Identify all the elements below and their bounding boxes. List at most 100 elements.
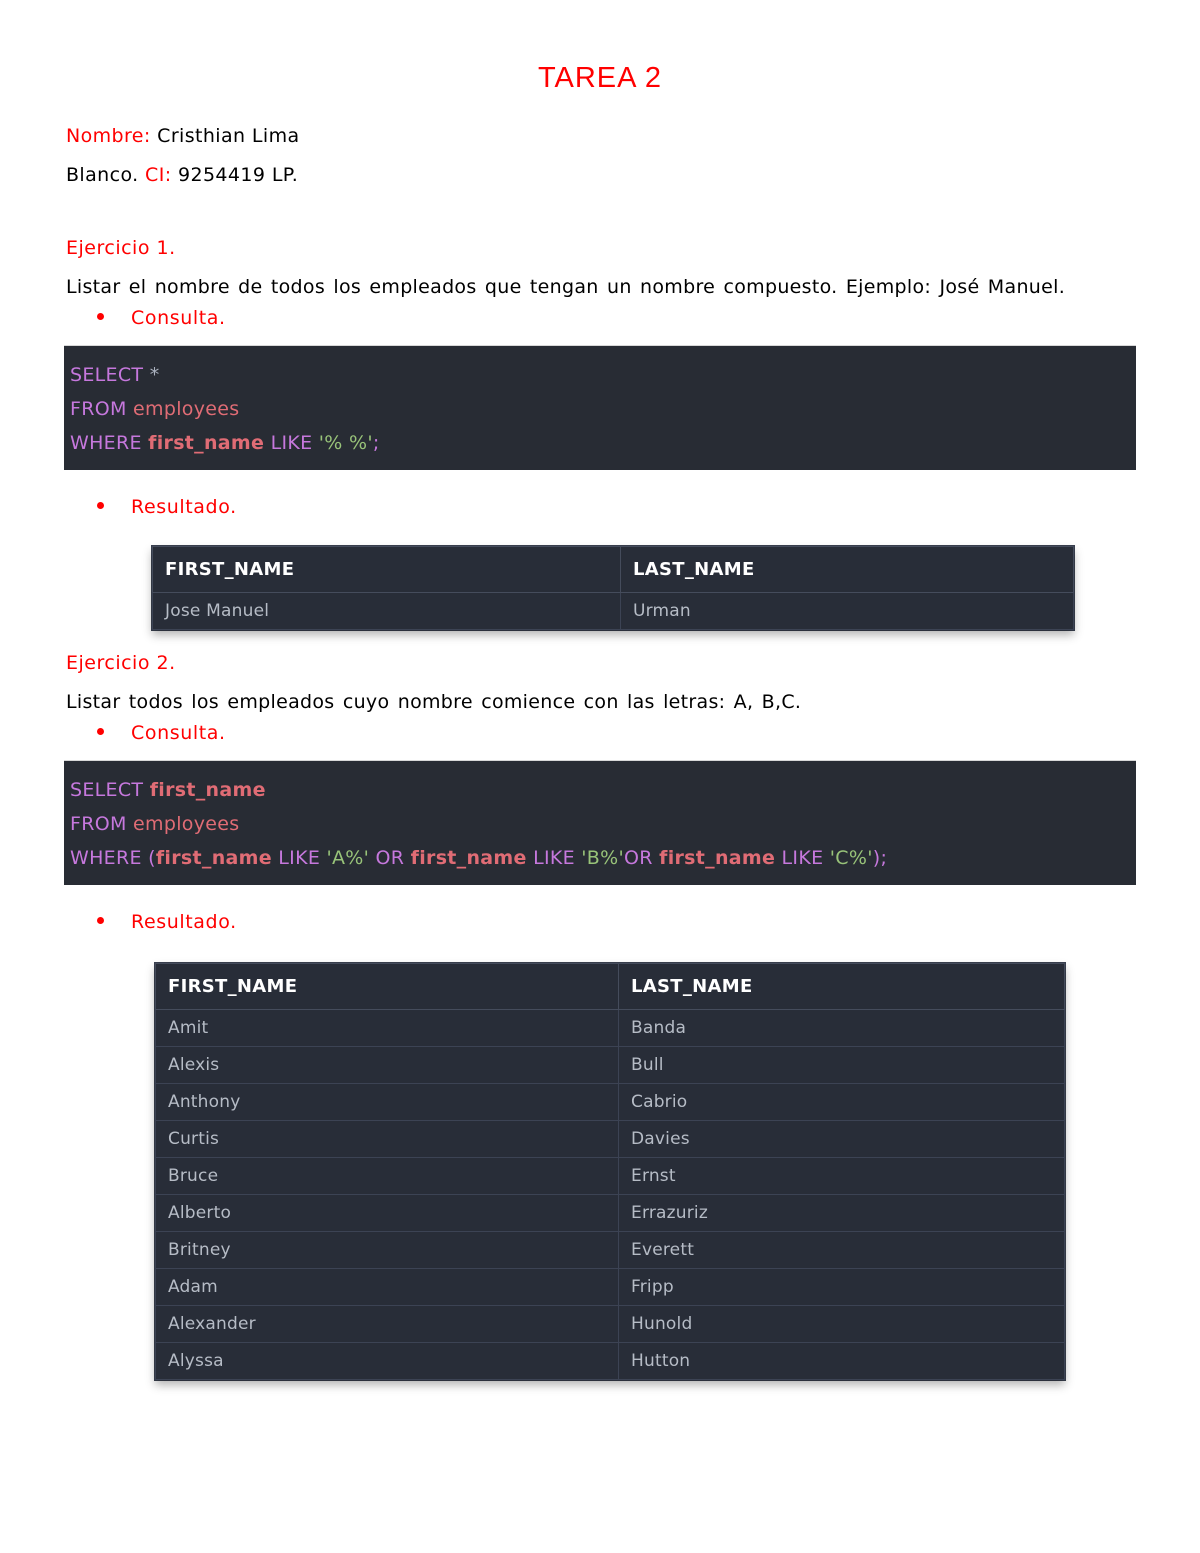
identity-block: Nombre: Cristhian Lima Blanco. CI: 92544… [0, 117, 1200, 195]
code-line: WHERE first_name LIKE '% %'; [70, 426, 1136, 460]
table-cell-last-name: Bull [618, 1046, 1065, 1084]
sql-semicolon: ; [880, 847, 888, 869]
sql-keyword-from: FROM [70, 813, 127, 835]
document-page: TAREA 2 Nombre: Cristhian Lima Blanco. C… [0, 0, 1200, 1553]
table-cell-first-name: Curtis [155, 1120, 619, 1158]
table-cell-first-name: Alyssa [155, 1342, 619, 1380]
exercise-1-code-block: SELECT * FROM employees WHERE first_name… [64, 345, 1136, 470]
exercise-2-resultado-bullet: Resultado. [0, 911, 1200, 933]
table-cell-last-name: Davies [618, 1120, 1065, 1158]
table-row: Anthony Cabrio [155, 1083, 1065, 1121]
sql-string-literal: '% %' [318, 432, 373, 454]
exercise-2-heading: Ejercicio 2. [66, 652, 176, 674]
code-line: WHERE (first_name LIKE 'A%' OR first_nam… [70, 841, 1136, 875]
table-cell-first-name: Adam [155, 1268, 619, 1306]
exercise-1-consulta-bullet: Consulta. [0, 307, 1200, 329]
sql-keyword-like: LIKE [270, 432, 313, 454]
exercise-2-result-table-wrap: FIRST_NAME LAST_NAME Amit Banda Alexis Bul… [0, 963, 1200, 1380]
table-cell-first-name: Jose Manuel [152, 592, 621, 630]
ci-label: CI: [145, 164, 172, 186]
table-cell-first-name: Alexis [155, 1046, 619, 1084]
table-row: Alberto Errazuriz [155, 1194, 1065, 1232]
table-row: Alyssa Hutton [155, 1342, 1065, 1380]
surname-value: Blanco. [66, 164, 139, 186]
table-row: Adam Fripp [155, 1268, 1065, 1306]
table-cell-first-name: Alberto [155, 1194, 619, 1232]
sql-column-name: first_name [148, 432, 265, 454]
exercise-2-resultado-label: Resultado. [131, 911, 237, 933]
table-cell-last-name: Everett [618, 1231, 1065, 1269]
table-cell-first-name: Amit [155, 1009, 619, 1047]
table-cell-first-name: Anthony [155, 1083, 619, 1121]
exercise-1-heading: Ejercicio 1. [66, 237, 176, 259]
bullet-dot-icon [97, 502, 104, 509]
table-cell-last-name: Errazuriz [618, 1194, 1065, 1232]
sql-column-name: first_name [155, 847, 272, 869]
sql-column-name: first_name [659, 847, 776, 869]
exercise-2-table-body: Amit Banda Alexis Bull Anthony Cabrio Curti… [155, 1009, 1065, 1380]
sql-string-literal: 'A%' [326, 847, 370, 869]
exercise-2-result-table: FIRST_NAME LAST_NAME Amit Banda Alexis Bul… [155, 963, 1065, 1380]
sql-column-name: first_name [410, 847, 527, 869]
identity-ci-line: Blanco. CI: 9254419 LP. [66, 156, 1200, 195]
exercise-2-consulta-bullet: Consulta. [0, 722, 1200, 744]
column-header-first-name: FIRST_NAME [155, 963, 619, 1010]
sql-keyword-select: SELECT [70, 364, 144, 386]
table-header-row: FIRST_NAME LAST_NAME [155, 963, 1065, 1010]
exercise-1-consulta-label: Consulta. [131, 307, 226, 329]
sql-paren-open: ( [148, 847, 156, 869]
bullet-dot-icon [97, 728, 104, 735]
page-title: TAREA 2 [537, 62, 663, 94]
table-cell-first-name: Bruce [155, 1157, 619, 1195]
table-cell-last-name: Hunold [618, 1305, 1065, 1343]
table-row: Alexander Hunold [155, 1305, 1065, 1343]
table-cell-last-name: Ernst [618, 1157, 1065, 1195]
table-header-row: FIRST_NAME LAST_NAME [152, 546, 1074, 593]
sql-keyword-from: FROM [70, 398, 127, 420]
sql-keyword-like: LIKE [278, 847, 321, 869]
exercise-1-resultado-label: Resultado. [131, 496, 237, 518]
name-value: Cristhian Lima [157, 125, 300, 147]
ci-value: 9254419 LP. [177, 164, 299, 186]
table-cell-last-name: Hutton [618, 1342, 1065, 1380]
exercise-1-resultado-bullet: Resultado. [0, 496, 1200, 518]
table-cell-last-name: Cabrio [618, 1083, 1065, 1121]
bullet-dot-icon [97, 313, 104, 320]
sql-string-literal: 'B%' [581, 847, 625, 869]
table-row: Bruce Ernst [155, 1157, 1065, 1195]
sql-string-literal: 'C%' [829, 847, 873, 869]
code-line: SELECT * [70, 358, 1136, 392]
table-cell-first-name: Britney [155, 1231, 619, 1269]
sql-keyword-or: OR [375, 847, 405, 869]
code-line: FROM employees [70, 807, 1136, 841]
code-line: SELECT first_name [70, 773, 1136, 807]
sql-column-name: first_name [149, 779, 266, 801]
exercise-2-description: Listar todos los empleados cuyo nombre c… [66, 691, 802, 713]
sql-table-name: employees [133, 813, 240, 835]
sql-semicolon: ; [372, 432, 380, 454]
sql-keyword-where: WHERE [70, 847, 142, 869]
table-cell-last-name: Urman [620, 592, 1074, 630]
identity-name-line: Nombre: Cristhian Lima [66, 117, 1200, 156]
exercise-2-consulta-label: Consulta. [131, 722, 226, 744]
code-line: FROM employees [70, 392, 1136, 426]
sql-keyword-or: OR [624, 847, 653, 869]
column-header-last-name: LAST_NAME [620, 546, 1074, 593]
table-cell-first-name: Alexander [155, 1305, 619, 1343]
sql-table-name: employees [133, 398, 240, 420]
exercise-1-result-table-wrap: FIRST_NAME LAST_NAME Jose Manuel Urman [0, 546, 1200, 630]
exercise-1-description: Listar el nombre de todos los empleados … [66, 276, 1066, 298]
table-row: Amit Banda [155, 1009, 1065, 1047]
sql-keyword-select: SELECT [70, 779, 144, 801]
table-row: Jose Manuel Urman [152, 592, 1074, 630]
sql-keyword-like: LIKE [781, 847, 824, 869]
bullet-dot-icon [97, 917, 104, 924]
exercise-2-code-block: SELECT first_name FROM employees WHERE (… [64, 760, 1136, 885]
column-header-first-name: FIRST_NAME [152, 546, 621, 593]
sql-keyword-where: WHERE [70, 432, 142, 454]
table-cell-last-name: Banda [618, 1009, 1065, 1047]
table-row: Curtis Davies [155, 1120, 1065, 1158]
table-row: Alexis Bull [155, 1046, 1065, 1084]
exercise-1-result-table: FIRST_NAME LAST_NAME Jose Manuel Urman [152, 546, 1074, 630]
column-header-last-name: LAST_NAME [618, 963, 1065, 1010]
